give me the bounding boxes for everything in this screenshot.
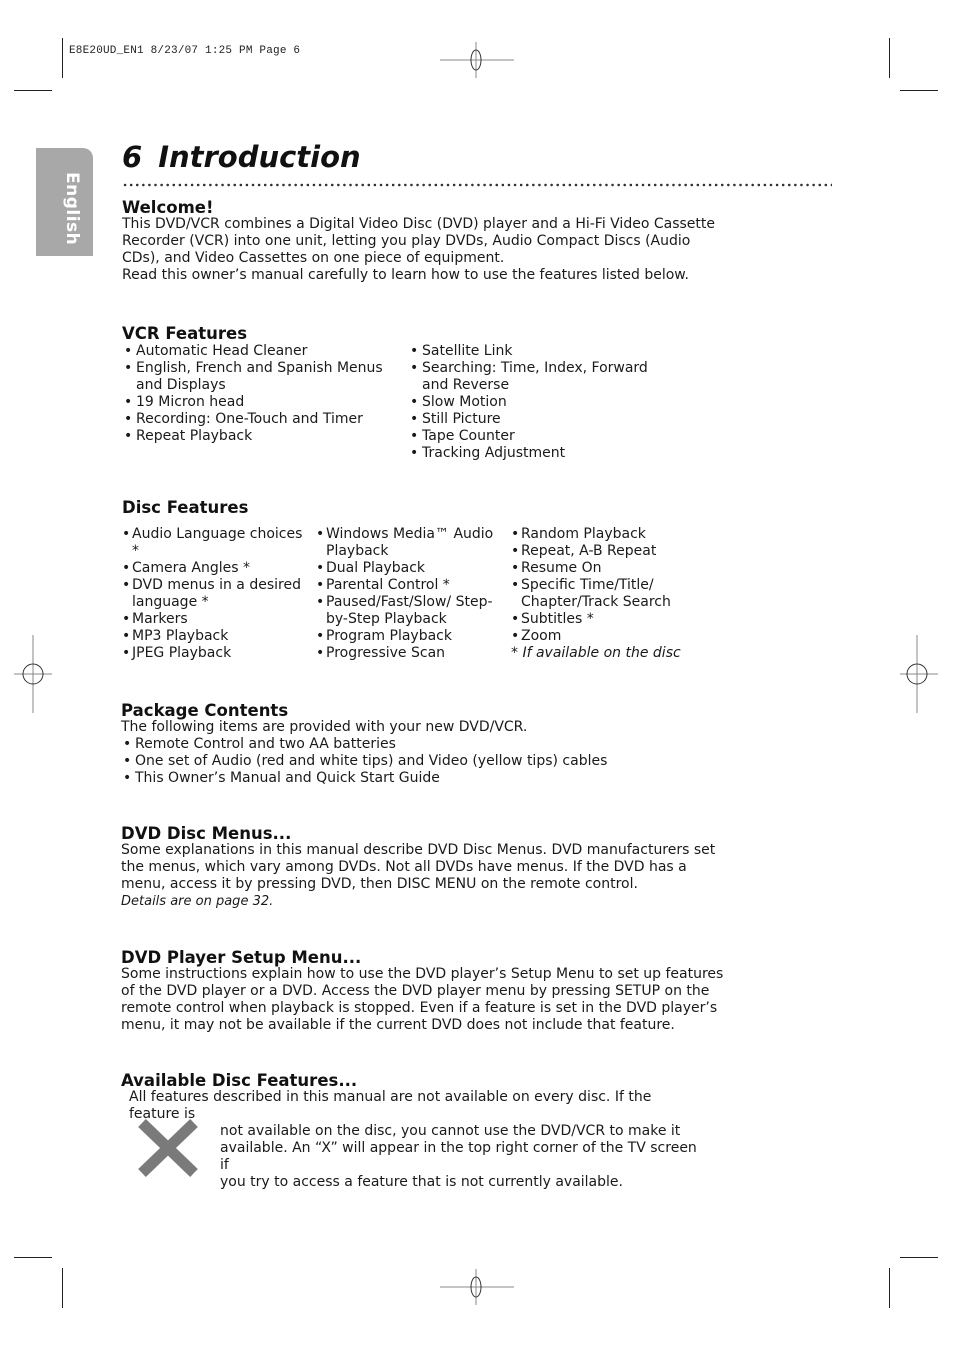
crop-mark xyxy=(14,1257,52,1258)
page-number: 6 xyxy=(122,140,143,174)
list-item: Recording: One-Touch and Timer xyxy=(122,411,392,428)
available-disc-features-line: you try to access a feature that is not … xyxy=(220,1174,623,1190)
crop-mark xyxy=(62,1268,63,1308)
list-item: Still Picture xyxy=(408,411,658,428)
disc-features-col3: Random Playback Repeat, A-B Repeat Resum… xyxy=(511,526,686,662)
crop-mark xyxy=(889,38,890,78)
language-tab-label: English xyxy=(62,172,82,246)
list-item: Parental Control * xyxy=(316,577,496,594)
crop-mark xyxy=(14,90,52,91)
list-item: Paused/Fast/Slow/ Step-by-Step Playback xyxy=(316,594,496,628)
list-item: Zoom xyxy=(511,628,686,645)
list-item: DVD menus in a desired language * xyxy=(122,577,307,611)
list-item: MP3 Playback xyxy=(122,628,307,645)
list-item: Resume On xyxy=(511,560,686,577)
disc-features-col1: Audio Language choices * Camera Angles *… xyxy=(122,526,307,662)
welcome-line: CDs), and Video Cassettes on one piece o… xyxy=(122,250,505,266)
package-contents-list: Remote Control and two AA batteries One … xyxy=(121,736,607,787)
registration-mark-icon xyxy=(440,1269,514,1305)
list-item: Slow Motion xyxy=(408,394,658,411)
registration-mark-icon xyxy=(14,635,52,713)
welcome-line: This DVD/VCR combines a Digital Video Di… xyxy=(122,216,715,232)
list-item: One set of Audio (red and white tips) an… xyxy=(121,753,607,770)
available-disc-features-line: available. An “X” will appear in the top… xyxy=(220,1140,697,1173)
dvd-setup-menu-heading: DVD Player Setup Menu... xyxy=(121,948,362,967)
disc-features-section: Disc Features Audio Language choices * C… xyxy=(122,499,682,669)
list-item: Repeat, A-B Repeat xyxy=(511,543,686,560)
welcome-line: Read this owner’s manual carefully to le… xyxy=(122,267,689,283)
dvd-disc-menus-section: DVD Disc Menus... Some explanations in t… xyxy=(121,825,715,910)
crop-mark xyxy=(889,1268,890,1308)
list-item: Satellite Link xyxy=(408,343,658,360)
list-item: JPEG Playback xyxy=(122,645,307,662)
disc-features-heading: Disc Features xyxy=(122,498,249,517)
crop-mark xyxy=(900,1257,938,1258)
dvd-disc-menus-heading: DVD Disc Menus... xyxy=(121,824,292,843)
list-item: 19 Micron head xyxy=(122,394,392,411)
registration-mark-icon xyxy=(900,635,938,713)
list-item: Tracking Adjustment xyxy=(408,445,658,462)
package-contents-intro: The following items are provided with yo… xyxy=(121,719,528,735)
welcome-line: Recorder (VCR) into one unit, letting yo… xyxy=(122,233,691,249)
list-item: Random Playback xyxy=(511,526,686,543)
page-title: 6 Introduction xyxy=(122,140,361,174)
package-contents-section: Package Contents The following items are… xyxy=(121,702,607,787)
list-item: Specific Time/Title/ Chapter/Track Searc… xyxy=(511,577,686,611)
dvd-disc-menus-note: Details are on page 32. xyxy=(121,894,274,909)
list-item: Dual Playback xyxy=(316,560,496,577)
list-item: Camera Angles * xyxy=(122,560,307,577)
list-item: Progressive Scan xyxy=(316,645,496,662)
dvd-setup-menu-line: remote control when playback is stopped.… xyxy=(121,1000,718,1016)
crop-mark xyxy=(900,90,938,91)
disc-features-col2: Windows Media™ Audio Playback Dual Playb… xyxy=(316,526,496,662)
list-item: Searching: Time, Index, Forward and Reve… xyxy=(408,360,658,394)
list-item: Markers xyxy=(122,611,307,628)
vcr-features-left-list: Automatic Head Cleaner English, French a… xyxy=(122,343,392,445)
registration-mark-icon xyxy=(440,42,514,78)
language-tab: English xyxy=(36,148,93,256)
vcr-features-right-list: Satellite Link Searching: Time, Index, F… xyxy=(408,343,658,462)
dotted-divider xyxy=(122,183,832,187)
dvd-disc-menus-line: menu, access it by pressing DVD, then DI… xyxy=(121,876,638,892)
available-disc-features-line: not available on the disc, you cannot us… xyxy=(220,1123,681,1139)
available-disc-features-section: Available Disc Features... All features … xyxy=(121,1072,701,1191)
list-item: Audio Language choices * xyxy=(122,526,307,560)
available-disc-features-line: All features described in this manual ar… xyxy=(129,1089,652,1122)
list-item: English, French and Spanish Menus and Di… xyxy=(122,360,392,394)
available-disc-features-heading: Available Disc Features... xyxy=(121,1071,358,1090)
list-item: Windows Media™ Audio Playback xyxy=(316,526,496,560)
x-mark-icon xyxy=(138,1119,198,1177)
list-item: Tape Counter xyxy=(408,428,658,445)
list-item: Program Playback xyxy=(316,628,496,645)
dvd-disc-menus-line: Some explanations in this manual describ… xyxy=(121,842,716,858)
page-title-text: Introduction xyxy=(158,140,361,174)
welcome-section: Welcome! This DVD/VCR combines a Digital… xyxy=(122,199,715,284)
dvd-setup-menu-section: DVD Player Setup Menu... Some instructio… xyxy=(121,949,723,1034)
vcr-features-section: VCR Features Automatic Head Cleaner Engl… xyxy=(122,325,682,465)
dvd-setup-menu-line: of the DVD player or a DVD. Access the D… xyxy=(121,983,710,999)
disc-features-footnote: * If available on the disc xyxy=(511,645,681,661)
list-item: Repeat Playback xyxy=(122,428,392,445)
dvd-setup-menu-line: Some instructions explain how to use the… xyxy=(121,966,724,982)
package-contents-heading: Package Contents xyxy=(121,701,289,720)
dvd-disc-menus-line: the menus, which vary among DVDs. Not al… xyxy=(121,859,687,875)
vcr-features-heading: VCR Features xyxy=(122,324,248,343)
list-item: Automatic Head Cleaner xyxy=(122,343,392,360)
welcome-heading: Welcome! xyxy=(122,198,214,217)
crop-mark xyxy=(62,38,63,78)
dvd-setup-menu-line: menu, it may not be available if the cur… xyxy=(121,1017,675,1033)
printer-slug: E8E20UD_EN1 8/23/07 1:25 PM Page 6 xyxy=(69,45,301,57)
list-item: Subtitles * xyxy=(511,611,686,628)
list-item: This Owner’s Manual and Quick Start Guid… xyxy=(121,770,607,787)
list-item: Remote Control and two AA batteries xyxy=(121,736,607,753)
